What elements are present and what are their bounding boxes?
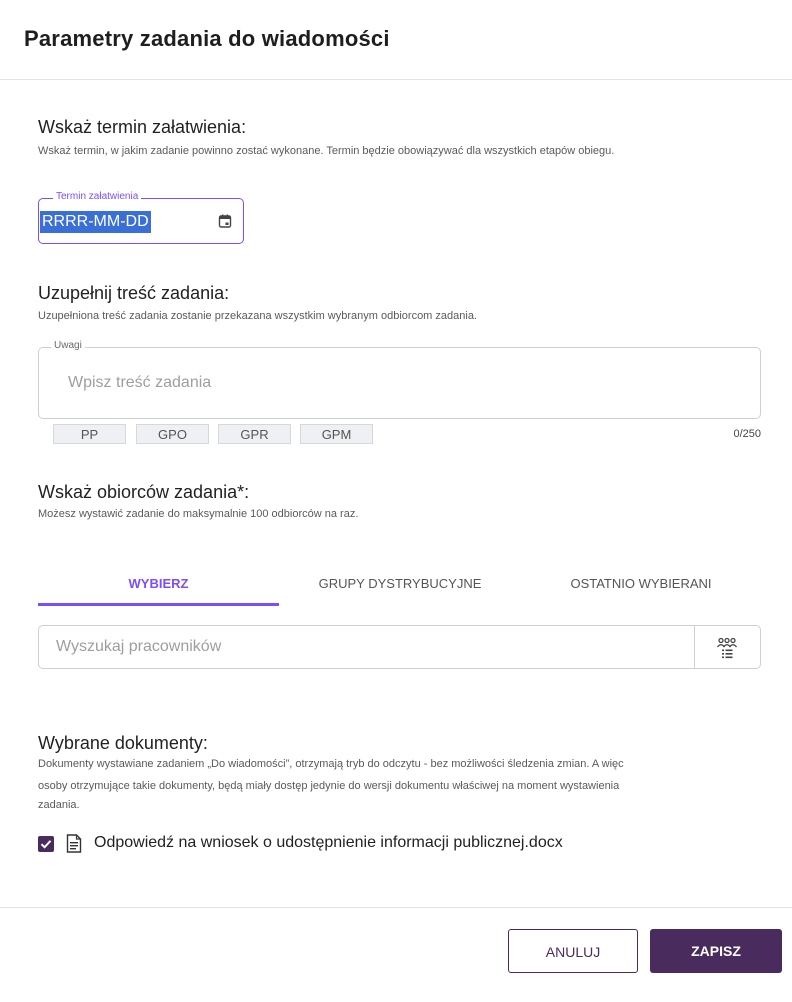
- calendar-icon[interactable]: [217, 213, 233, 229]
- content-description: Uzupełniona treść zadania zostanie przek…: [38, 310, 477, 322]
- char-counter: 0/250: [733, 428, 761, 440]
- chip-gpr[interactable]: GPR: [218, 424, 291, 444]
- deadline-date-field[interactable]: Termin załatwienia RRRR-MM-DD: [38, 191, 244, 244]
- search-divider: [694, 626, 695, 668]
- recipients-heading: Wskaż obiorców zadania*:: [38, 482, 250, 502]
- documents-description-line-2: osoby otrzymujące takie dokumenty, będą …: [38, 780, 620, 792]
- chip-gpo[interactable]: GPO: [136, 424, 209, 444]
- tab-ostatnio-wybierani[interactable]: OSTATNIO WYBIERANI: [521, 576, 761, 591]
- notes-input[interactable]: Wpisz treść zadania: [68, 374, 211, 392]
- tab-wybierz[interactable]: WYBIERZ: [38, 576, 279, 591]
- recipients-description: Możesz wystawić zadanie do maksymalnie 1…: [38, 508, 359, 520]
- notes-label: Uwagi: [51, 340, 85, 351]
- deadline-date-input[interactable]: RRRR-MM-DD: [40, 211, 151, 233]
- dialog-header: Parametry zadania do wiadomości: [0, 0, 792, 80]
- group-list-icon[interactable]: [715, 636, 739, 660]
- deadline-field-label: Termin załatwienia: [53, 191, 142, 202]
- chip-gpm[interactable]: GPM: [300, 424, 373, 444]
- active-tab-indicator: [38, 603, 279, 606]
- documents-description-line-3: zadania.: [38, 799, 80, 811]
- footer-divider: [0, 907, 792, 908]
- cancel-button[interactable]: ANULUJ: [508, 929, 638, 973]
- notes-field[interactable]: Uwagi Wpisz treść zadania: [38, 340, 761, 419]
- chip-pp[interactable]: PP: [53, 424, 126, 444]
- deadline-heading: Wskaż termin załatwienia:: [38, 117, 247, 137]
- documents-heading: Wybrane dokumenty:: [38, 733, 208, 753]
- deadline-description: Wskaż termin, w jakim zadanie powinno zo…: [38, 145, 615, 157]
- employee-search-field[interactable]: Wyszukaj pracowników: [38, 625, 761, 669]
- document-checkbox[interactable]: [38, 836, 54, 852]
- document-name: Odpowiedź na wniosek o udostępnienie inf…: [94, 834, 563, 851]
- document-icon: [66, 834, 82, 853]
- save-button[interactable]: ZAPISZ: [650, 929, 782, 973]
- dialog-title: Parametry zadania do wiadomości: [24, 26, 390, 51]
- tab-grupy-dystrybucyjne[interactable]: GRUPY DYSTRYBUCYJNE: [280, 576, 520, 591]
- employee-search-input[interactable]: Wyszukaj pracowników: [56, 638, 221, 656]
- content-heading: Uzupełnij treść zadania:: [38, 283, 230, 303]
- documents-description-line-1: Dokumenty wystawiane zadaniem „Do wiadom…: [38, 758, 624, 770]
